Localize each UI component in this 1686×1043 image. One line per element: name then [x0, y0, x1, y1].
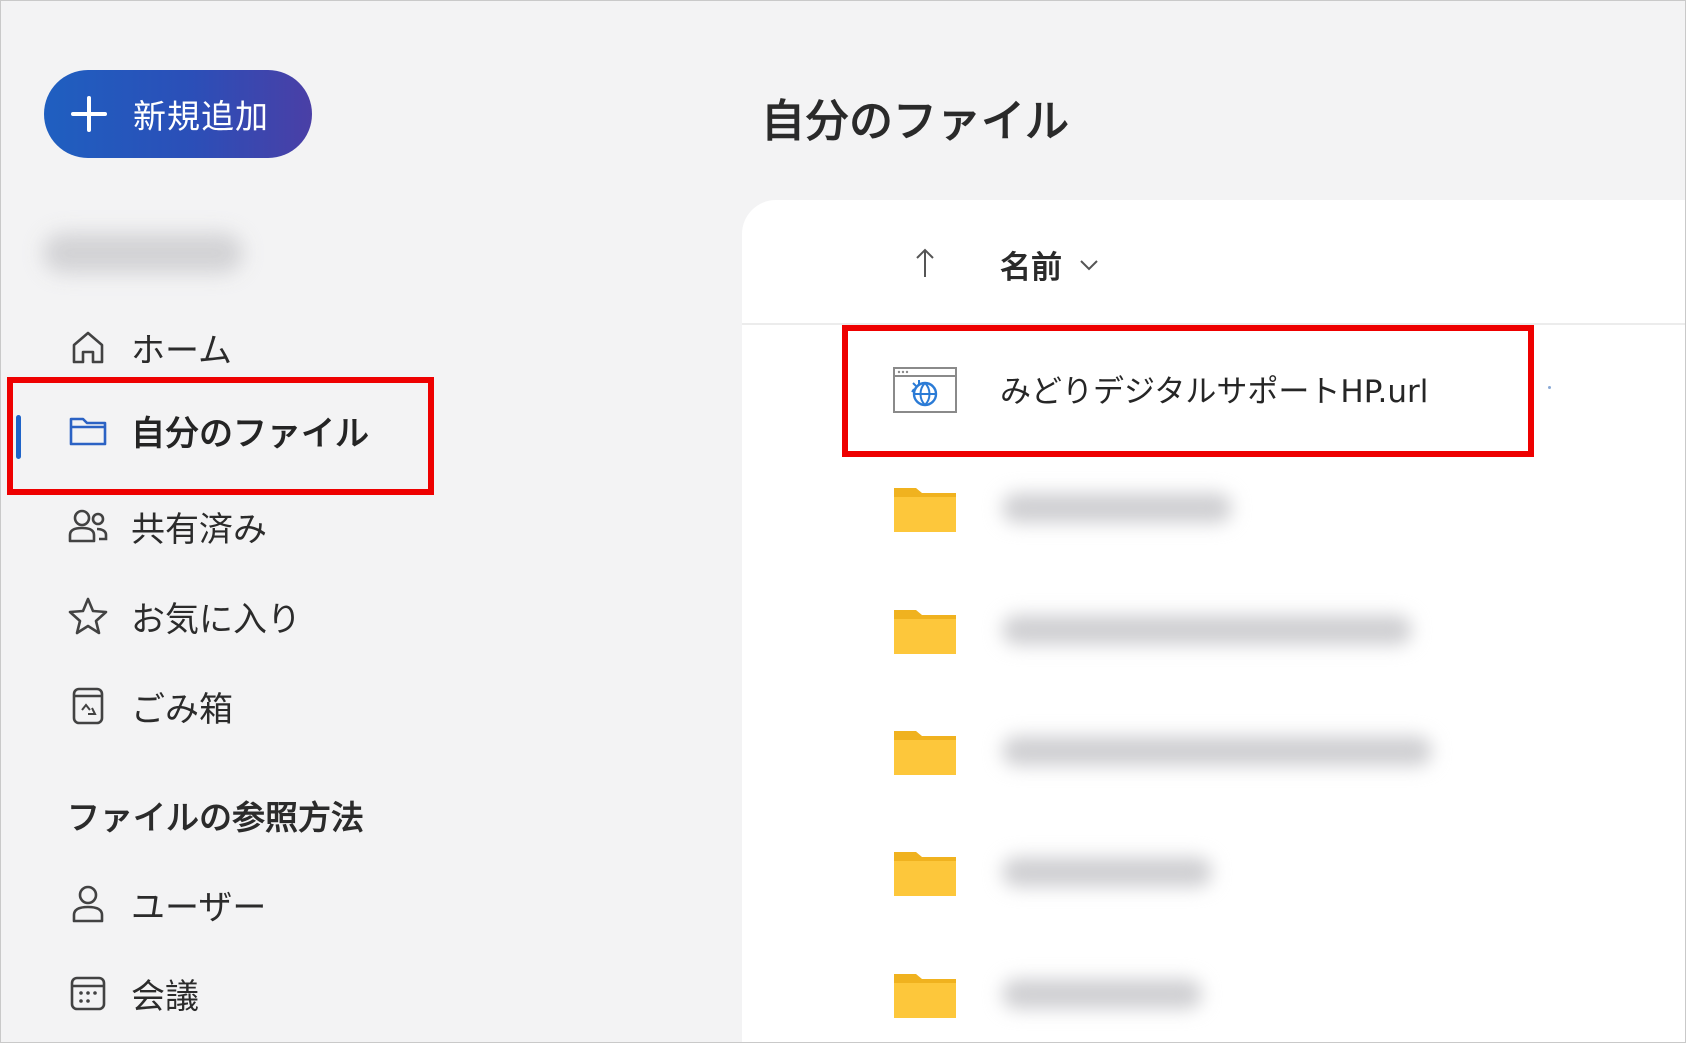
sidebar-item-recycle-bin[interactable]: ごみ箱	[67, 681, 233, 731]
folder-name-blurred	[1002, 857, 1212, 887]
sidebar-item-label: 共有済み	[131, 509, 267, 550]
people-icon	[68, 509, 108, 543]
folder-name-blurred	[1002, 979, 1202, 1009]
folder-name-blurred	[1002, 615, 1412, 645]
sidebar-item-meetings[interactable]: 会議	[67, 968, 199, 1018]
person-icon	[72, 885, 104, 923]
page-title: 自分のファイル	[761, 96, 1069, 147]
highlight-box-url-file	[842, 325, 1534, 457]
new-add-label: 新規追加	[133, 97, 269, 136]
sort-up-arrow-icon[interactable]	[914, 246, 936, 280]
folder-name-blurred	[1002, 736, 1432, 766]
sidebar-item-label: ホーム	[131, 330, 232, 371]
folder-row[interactable]	[892, 478, 1232, 538]
plus-icon	[71, 96, 107, 132]
sidebar-item-shared[interactable]: 共有済み	[67, 501, 267, 551]
sidebar-item-favorites[interactable]: お気に入り	[67, 591, 301, 641]
home-icon	[72, 331, 104, 364]
folder-row[interactable]	[892, 600, 1412, 660]
star-icon	[68, 597, 108, 635]
folder-icon	[894, 731, 956, 775]
sidebar-item-label: ごみ箱	[131, 689, 233, 730]
account-name-blurred	[43, 233, 243, 273]
chevron-down-icon	[1080, 259, 1098, 270]
app-window: 新規追加 ホーム 自分のファイル 共有済み お気に入り ごみ箱 ファイルの参照方…	[0, 0, 1686, 1043]
recycle-bin-icon	[72, 687, 104, 725]
folder-row[interactable]	[892, 964, 1202, 1024]
highlight-box-my-files	[7, 377, 434, 495]
column-header: 名前	[742, 200, 1685, 325]
sidebar-item-label: お気に入り	[131, 599, 301, 640]
sidebar-item-people[interactable]: ユーザー	[67, 879, 266, 929]
folder-icon	[894, 488, 956, 532]
browse-section-title: ファイルの参照方法	[67, 798, 364, 837]
folder-name-blurred	[1002, 493, 1232, 523]
sidebar-item-home[interactable]: ホーム	[67, 322, 232, 372]
folder-row[interactable]	[892, 721, 1432, 781]
folder-icon	[894, 852, 956, 896]
name-column-label: 名前	[1000, 250, 1062, 286]
row-marker	[1548, 386, 1551, 389]
sidebar-item-label: ユーザー	[131, 887, 267, 928]
new-add-button[interactable]: 新規追加	[44, 70, 312, 158]
folder-icon	[894, 610, 956, 654]
folder-icon	[894, 974, 956, 1018]
folder-row[interactable]	[892, 842, 1212, 902]
sidebar-item-label: 会議	[131, 976, 199, 1017]
calendar-icon	[70, 976, 106, 1011]
name-column-header[interactable]: 名前	[1000, 242, 1100, 287]
